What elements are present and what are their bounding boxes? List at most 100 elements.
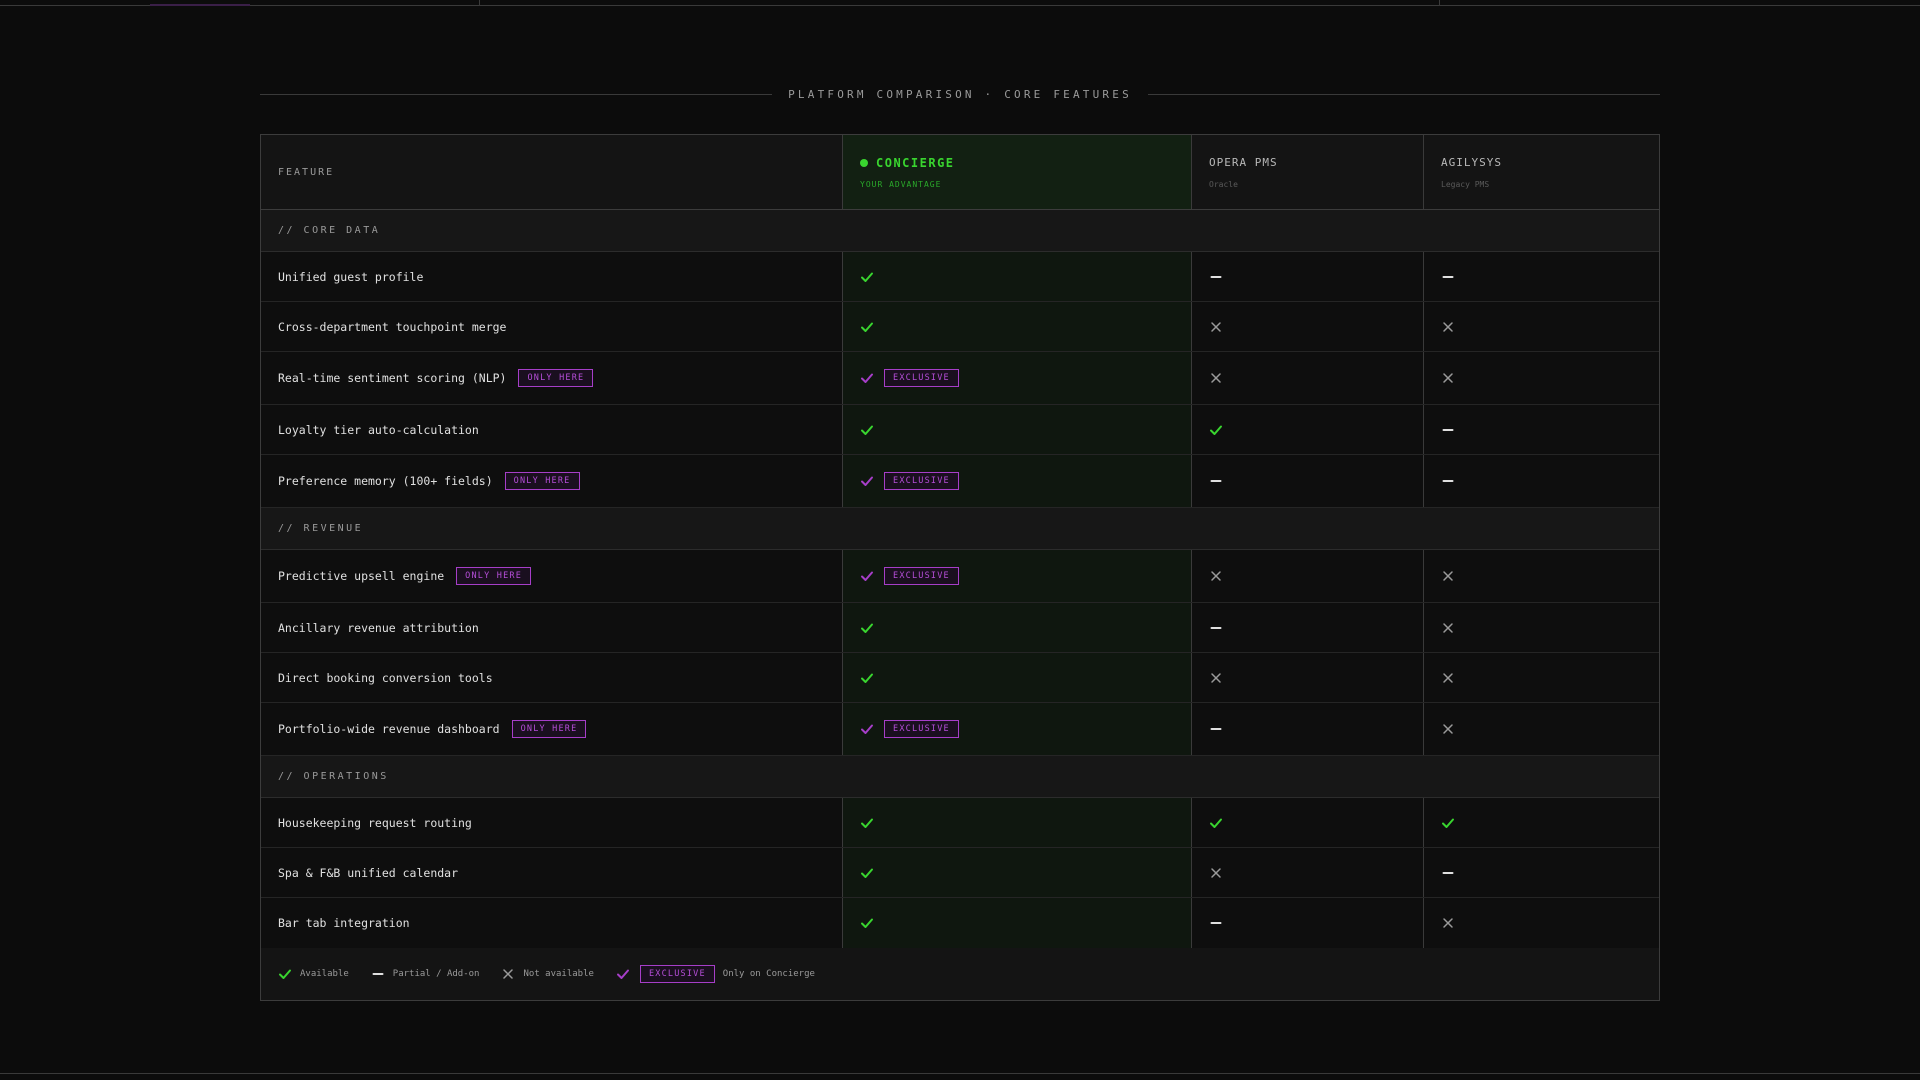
opera-cell — [1192, 405, 1424, 454]
header-opera-subtitle: Oracle — [1209, 179, 1238, 189]
concierge-cell — [843, 302, 1192, 351]
header-opera-name: OPERA PMS — [1209, 155, 1278, 169]
feature-label: Predictive upsell engine — [278, 569, 445, 583]
concierge-cell: EXCLUSIVE — [843, 703, 1192, 755]
x-icon — [1441, 621, 1455, 635]
dash-icon — [1441, 474, 1455, 488]
agilysys-cell — [1424, 302, 1659, 351]
table-row: Cross-department touchpoint merge — [261, 302, 1659, 352]
section-label: // CORE DATA — [278, 225, 381, 236]
check-purple-icon — [860, 371, 874, 385]
opera-cell — [1192, 798, 1424, 847]
exclusive-badge: EXCLUSIVE — [884, 720, 959, 738]
header-concierge-cell: CONCIERGE YOUR ADVANTAGE — [843, 135, 1192, 209]
x-icon — [1441, 916, 1455, 930]
feature-cell: Ancillary revenue attribution — [261, 603, 843, 652]
table-row: Bar tab integration — [261, 898, 1659, 948]
agilysys-cell — [1424, 405, 1659, 454]
feature-cell: Cross-department touchpoint merge — [261, 302, 843, 351]
dash-icon — [1441, 423, 1455, 437]
feature-label: Loyalty tier auto-calculation — [278, 422, 479, 437]
check-icon — [860, 671, 874, 685]
opera-cell — [1192, 302, 1424, 351]
agilysys-cell — [1424, 848, 1659, 897]
x-icon — [1209, 371, 1223, 385]
x-icon — [1441, 569, 1455, 583]
agilysys-cell — [1424, 898, 1659, 948]
feature-label: Cross-department touchpoint merge — [278, 319, 507, 334]
concierge-cell: EXCLUSIVE — [843, 352, 1192, 404]
table-row: Loyalty tier auto-calculation — [261, 405, 1659, 455]
dash-icon — [1209, 474, 1223, 488]
top-divider-tick — [1439, 0, 1440, 5]
title-rule-right — [1147, 93, 1661, 95]
table-row: Portfolio-wide revenue dashboard ONLY HER… — [261, 703, 1659, 756]
legend-available-label: Available — [300, 969, 349, 979]
legend-partial-label: Partial / Add-on — [392, 969, 480, 979]
x-icon — [1209, 320, 1223, 334]
opera-cell — [1192, 550, 1424, 602]
x-icon — [1441, 722, 1455, 736]
feature-cell: Housekeeping request routing — [261, 798, 843, 847]
feature-cell: Unified guest profile — [261, 252, 843, 301]
opera-cell — [1192, 848, 1424, 897]
header-concierge-name-wrap: CONCIERGE — [860, 156, 955, 170]
concierge-cell: EXCLUSIVE — [843, 550, 1192, 602]
only-here-badge: ONLY HERE — [518, 369, 594, 387]
top-divider-tick — [479, 0, 480, 5]
table-row: Preference memory (100+ fields) ONLY HERE… — [261, 455, 1659, 508]
feature-label: Direct booking conversion tools — [278, 670, 493, 685]
check-icon — [860, 621, 874, 635]
header-opera-cell: OPERA PMS Oracle — [1192, 135, 1424, 209]
check-icon — [860, 866, 874, 880]
check-icon — [1209, 816, 1223, 830]
agilysys-cell — [1424, 653, 1659, 702]
section-header: // REVENUE — [261, 508, 1659, 550]
check-icon — [1209, 423, 1223, 437]
check-purple-icon — [616, 967, 630, 981]
concierge-cell — [843, 848, 1192, 897]
x-icon — [1441, 371, 1455, 385]
dash-icon — [1441, 866, 1455, 880]
exclusive-badge: EXCLUSIVE — [639, 965, 715, 983]
opera-cell — [1192, 703, 1424, 755]
feature-label: Bar tab integration — [278, 916, 410, 930]
bottom-divider — [0, 1073, 1920, 1074]
feature-label: Unified guest profile — [278, 269, 424, 284]
title-rule-left — [260, 93, 773, 95]
check-icon — [278, 967, 292, 981]
status-dot-icon — [860, 158, 868, 167]
agilysys-cell — [1424, 703, 1659, 755]
feature-cell: Spa & F&B unified calendar — [261, 848, 843, 897]
header-feature-cell: FEATURE — [261, 135, 843, 209]
agilysys-cell — [1424, 352, 1659, 404]
table-row: Ancillary revenue attribution — [261, 603, 1659, 653]
comparison-table: FEATURE CONCIERGE YOUR ADVANTAGE OPERA P… — [260, 134, 1660, 1001]
feature-label: Portfolio-wide revenue dashboard — [278, 722, 500, 736]
check-purple-icon — [860, 722, 874, 736]
check-icon — [860, 320, 874, 334]
table-header-row: FEATURE CONCIERGE YOUR ADVANTAGE OPERA P… — [261, 135, 1659, 210]
legend-available: Available — [278, 967, 349, 981]
feature-cell: Direct booking conversion tools — [261, 653, 843, 702]
exclusive-badge: EXCLUSIVE — [884, 369, 959, 387]
legend: Available Partial / Add-on Not available… — [261, 948, 1659, 1000]
x-icon — [1209, 671, 1223, 685]
table-body: // CORE DATA Unified guest profile Cross-d… — [261, 210, 1659, 948]
x-icon — [1209, 866, 1223, 880]
legend-exclusive-label: Only on Concierge — [722, 969, 815, 979]
section-header: // OPERATIONS — [261, 756, 1659, 798]
x-icon — [1441, 320, 1455, 334]
concierge-cell — [843, 653, 1192, 702]
header-concierge-name: CONCIERGE — [876, 155, 955, 170]
x-icon — [1441, 671, 1455, 685]
check-icon — [860, 423, 874, 437]
feature-label: Real-time sentiment scoring (NLP) — [278, 371, 507, 385]
opera-cell — [1192, 455, 1424, 507]
feature-label: Spa & F&B unified calendar — [278, 865, 459, 880]
section-label: // OPERATIONS — [278, 771, 389, 782]
x-icon — [501, 967, 515, 981]
exclusive-badge: EXCLUSIVE — [884, 567, 959, 585]
opera-cell — [1192, 252, 1424, 301]
header-concierge-subtitle: YOUR ADVANTAGE — [860, 179, 942, 189]
